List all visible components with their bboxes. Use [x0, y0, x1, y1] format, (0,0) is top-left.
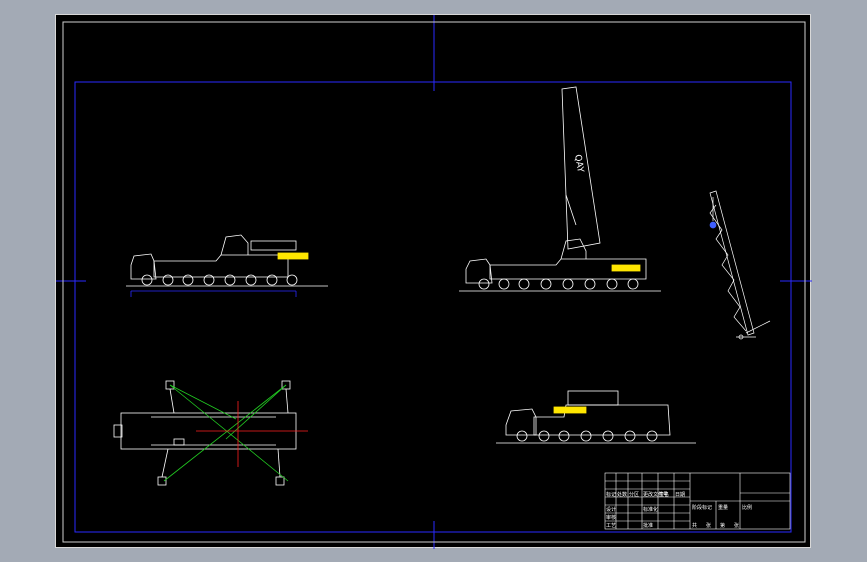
- outrigger-support-lines: [163, 384, 289, 482]
- tb-sign: 签名: [659, 491, 669, 498]
- title-block: [604, 472, 791, 530]
- boom-lifting-view: [709, 190, 771, 340]
- boom-label: QAY: [572, 154, 585, 174]
- tb-mark: 标记: [606, 491, 616, 498]
- tb-stage: 阶段标记: [692, 504, 712, 511]
- drawing-sheet: QAY 标记 处数 分区 更改文件号 签名 日期 设计 审核 工艺 标准化 批准…: [55, 14, 812, 549]
- top-view: [113, 380, 297, 486]
- drawing-canvas: QAY 标记 处数 分区 更改文件号 签名 日期 设计 审核 工艺 标准化 批准…: [56, 15, 812, 549]
- front-view-wheels: [141, 274, 298, 286]
- tb-no: 第: [720, 522, 725, 529]
- tb-approve: 批准: [643, 522, 653, 529]
- tb-total: 共: [692, 522, 697, 529]
- tb-sheet: 张: [706, 522, 711, 529]
- tb-sheet2: 张: [734, 522, 739, 529]
- working-view-wheels: [478, 278, 639, 290]
- rear-view-wheels: [516, 430, 658, 442]
- tb-process: 工艺: [606, 523, 616, 529]
- tb-date: 日期: [675, 492, 685, 498]
- tb-scale: 比例: [742, 504, 752, 511]
- tb-count: 处数: [617, 491, 627, 498]
- front-view: [126, 234, 328, 297]
- tb-review: 审核: [606, 514, 616, 521]
- tb-standard: 标准化: [643, 506, 658, 513]
- slewing-center-mark: [196, 401, 308, 467]
- tb-design: 设计: [606, 506, 616, 513]
- cad-viewport[interactable]: QAY 标记 处数 分区 更改文件号 签名 日期 设计 审核 工艺 标准化 批准…: [0, 0, 867, 562]
- rear-view: [496, 390, 696, 444]
- inner-border: [62, 21, 806, 543]
- working-view: QAY: [459, 86, 661, 292]
- drawing-frame: [56, 15, 812, 549]
- tb-weight: 重量: [718, 504, 728, 511]
- tb-zone: 分区: [629, 491, 639, 498]
